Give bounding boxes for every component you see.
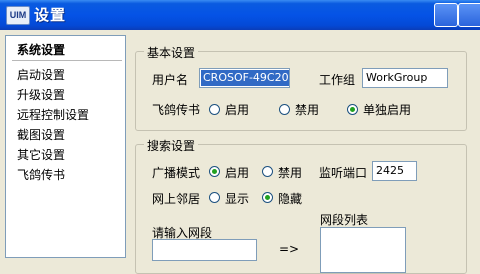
neighbor-show-radio[interactable] bbox=[209, 192, 220, 203]
neighbor-show-label[interactable]: 显示 bbox=[225, 190, 249, 207]
network-neighborhood-label: 网上邻居 bbox=[152, 192, 201, 206]
broadcast-enable-label[interactable]: 启用 bbox=[225, 164, 249, 181]
settings-nav: 系统设置 启动设置 升级设置 远程控制设置 截图设置 其它设置 飞鸽传书 bbox=[5, 35, 126, 258]
settings-content: 基本设置 用户名 CROSOF-49C206 工作组 WorkGroup 飞鸽传… bbox=[131, 35, 480, 274]
nav-item-upgrade-settings[interactable]: 升级设置 bbox=[17, 86, 65, 103]
feige-enable-radio[interactable] bbox=[209, 104, 220, 115]
username-value: CROSOF-49C206 bbox=[201, 70, 289, 86]
nav-item-system-settings[interactable]: 系统设置 bbox=[17, 41, 65, 58]
username-field[interactable]: CROSOF-49C206 bbox=[199, 68, 290, 88]
workgroup-value: WorkGroup bbox=[366, 71, 428, 84]
add-segment-button[interactable]: => bbox=[279, 242, 299, 256]
nav-item-feige[interactable]: 飞鸽传书 bbox=[17, 166, 65, 183]
broadcast-disable-radio[interactable] bbox=[262, 166, 273, 177]
feige-standalone-radio[interactable] bbox=[347, 104, 358, 115]
basic-settings-group: 基本设置 用户名 CROSOF-49C206 工作组 WorkGroup 飞鸽传… bbox=[135, 44, 467, 131]
segment-list-label: 网段列表 bbox=[320, 213, 369, 227]
segment-list[interactable] bbox=[320, 227, 406, 273]
neighbor-hide-radio[interactable] bbox=[262, 192, 273, 203]
minimize-button[interactable] bbox=[434, 3, 458, 27]
feige-label: 飞鸽传书 bbox=[152, 103, 201, 117]
neighbor-hide-label[interactable]: 隐藏 bbox=[278, 190, 302, 207]
feige-standalone-label[interactable]: 单独启用 bbox=[363, 101, 411, 118]
listen-port-label: 监听端口 bbox=[319, 166, 368, 180]
nav-item-screenshot-settings[interactable]: 截图设置 bbox=[17, 126, 65, 143]
feige-disable-label[interactable]: 禁用 bbox=[295, 101, 319, 118]
broadcast-enable-radio[interactable] bbox=[209, 166, 220, 177]
nav-item-other-settings[interactable]: 其它设置 bbox=[17, 146, 65, 163]
search-settings-legend: 搜索设置 bbox=[144, 137, 199, 154]
app-icon: UIM bbox=[6, 6, 30, 25]
workgroup-field[interactable]: WorkGroup bbox=[362, 68, 448, 88]
workgroup-label: 工作组 bbox=[319, 73, 356, 87]
feige-enable-label[interactable]: 启用 bbox=[225, 101, 249, 118]
search-settings-group: 搜索设置 广播模式 启用 禁用 监听端口 2425 网上邻居 显示 隐藏 请输入… bbox=[135, 137, 467, 274]
title-bar: UIM 设置 bbox=[0, 0, 480, 30]
nav-item-startup-settings[interactable]: 启动设置 bbox=[17, 66, 65, 83]
username-label: 用户名 bbox=[152, 73, 189, 87]
nav-item-remote-control-settings[interactable]: 远程控制设置 bbox=[17, 106, 89, 123]
feige-disable-radio[interactable] bbox=[279, 104, 290, 115]
basic-settings-legend: 基本设置 bbox=[144, 44, 199, 61]
window-title: 设置 bbox=[34, 6, 67, 24]
listen-port-field[interactable]: 2425 bbox=[372, 161, 417, 181]
nav-divider bbox=[12, 60, 122, 61]
broadcast-mode-label: 广播模式 bbox=[152, 166, 201, 180]
broadcast-disable-label[interactable]: 禁用 bbox=[278, 164, 302, 181]
listen-port-value: 2425 bbox=[376, 164, 404, 177]
close-button[interactable] bbox=[458, 3, 480, 27]
